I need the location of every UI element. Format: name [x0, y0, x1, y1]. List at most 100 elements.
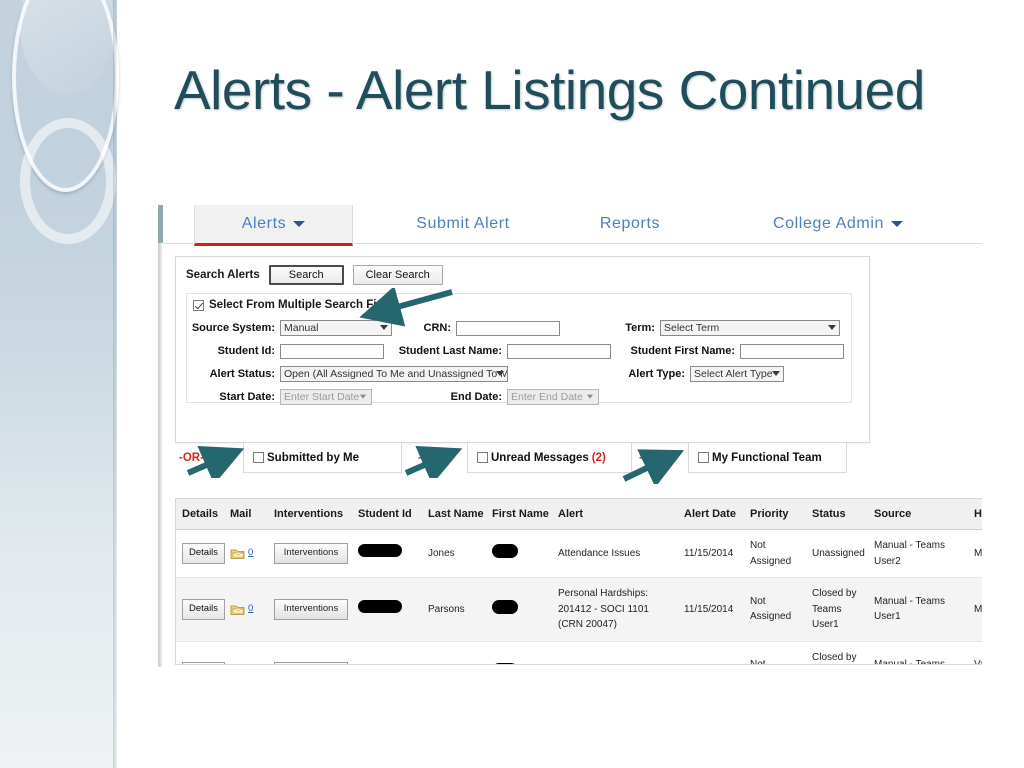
details-button[interactable]: Details — [182, 662, 226, 664]
col-interventions[interactable]: Interventions — [268, 499, 352, 530]
col-first-name[interactable]: First Name — [486, 499, 552, 530]
col-source[interactable]: Source — [868, 499, 968, 530]
alert-type-label: Alert Type: — [628, 368, 685, 380]
cell-first-name — [486, 641, 552, 664]
alert-type-value: Select Alert Type — [694, 368, 773, 380]
search-fields-container: Select From Multiple Search Fields Sourc… — [186, 293, 852, 406]
term-select[interactable]: Select Term — [660, 320, 840, 336]
cell-home-campus: Main Campus — [968, 529, 982, 578]
end-date-input[interactable]: Enter End Date — [507, 389, 599, 405]
tab-reports[interactable]: Reports — [575, 205, 685, 243]
calendar-dropdown-icon — [587, 394, 593, 399]
col-alert-date[interactable]: Alert Date — [678, 499, 744, 530]
details-button[interactable]: Details — [182, 543, 226, 564]
cell-alert-date: 11/15/2014 — [678, 577, 744, 642]
cell-interventions: Interventions — [268, 529, 352, 578]
redacted-first-name — [492, 543, 518, 558]
interventions-button[interactable]: Interventions — [274, 543, 348, 564]
my-functional-team-label: My Functional Team — [712, 451, 822, 464]
source-system-select[interactable]: Manual — [280, 320, 392, 336]
col-alert[interactable]: Alert — [552, 499, 678, 530]
cell-mail: 0 — [224, 529, 268, 578]
student-last-name-input[interactable] — [507, 343, 611, 359]
tab-reports-label: Reports — [599, 215, 661, 232]
unread-messages-checkbox[interactable] — [477, 452, 488, 463]
chevron-down-icon — [772, 371, 780, 376]
alert-status-select[interactable]: Open (All Assigned To Me and Unassigned … — [280, 366, 508, 382]
cell-last-name: Smith — [422, 641, 486, 664]
cell-details: Details — [176, 577, 226, 642]
tab-college-admin[interactable]: College Admin — [733, 205, 943, 243]
screenshot-left-border — [158, 243, 162, 667]
term-field-group: Term: Select Term — [615, 319, 840, 337]
start-date-input[interactable]: Enter Start Date — [280, 389, 372, 405]
cell-details: Details — [176, 529, 226, 578]
crn-input[interactable] — [456, 320, 560, 336]
cell-status: Closed by Teams User1 — [806, 641, 868, 664]
redacted-first-name — [492, 663, 518, 664]
alerts-table: Details Mail Interventions Student Id La… — [176, 499, 982, 664]
cell-status: Unassigned — [806, 529, 868, 578]
my-functional-team-option[interactable]: My Functional Team — [688, 442, 847, 473]
main-navigation: Alerts Submit Alert Reports College Admi… — [163, 205, 982, 246]
cell-priority: Not Assigned — [744, 641, 806, 664]
tab-college-admin-label: College Admin — [773, 215, 884, 232]
end-date-label: End Date: — [450, 391, 502, 403]
cell-alert: Personal Hardships: 201412 - SOCI 1101 (… — [552, 577, 678, 642]
cell-source: Manual - Teams User1 — [868, 577, 968, 642]
col-priority[interactable]: Priority — [744, 499, 806, 530]
crn-field-group: CRN: — [415, 319, 560, 337]
page-title: Alerts - Alert Listings Continued — [174, 59, 925, 121]
cell-last-name: Jones — [422, 529, 486, 578]
clear-search-button[interactable]: Clear Search — [352, 265, 443, 285]
calendar-dropdown-icon — [360, 394, 366, 399]
multi-search-fields-row[interactable]: Select From Multiple Search Fields — [189, 296, 403, 314]
cell-home-campus: Main Campus — [968, 577, 982, 642]
unread-messages-count: (2) — [591, 451, 606, 464]
tab-alerts[interactable]: Alerts — [194, 205, 353, 246]
unread-messages-option[interactable]: Unread Messages (2) — [467, 442, 632, 473]
details-button[interactable]: Details — [182, 598, 226, 620]
crn-label: CRN: — [423, 322, 452, 334]
table-row: Details 2 — [176, 641, 982, 664]
student-id-input[interactable] — [280, 343, 384, 359]
col-last-name[interactable]: Last Name — [422, 499, 486, 530]
interventions-button[interactable]: Interventions — [274, 598, 348, 620]
student-id-label: Student Id: — [217, 345, 275, 357]
student-last-name-label: Student Last Name: — [398, 345, 502, 357]
submitted-by-me-option[interactable]: Submitted by Me — [243, 442, 402, 473]
col-student-id[interactable]: Student Id — [352, 499, 422, 530]
alert-type-select[interactable]: Select Alert Type — [690, 366, 784, 382]
chevron-down-icon — [293, 221, 306, 227]
mail-count-link[interactable]: 0 — [248, 546, 253, 561]
decorative-ring-small-icon — [20, 118, 116, 244]
tab-submit-alert[interactable]: Submit Alert — [378, 205, 548, 243]
submitted-by-me-checkbox[interactable] — [253, 452, 264, 463]
interventions-button[interactable]: Interventions — [274, 662, 348, 664]
cell-interventions: Interventions — [268, 641, 352, 664]
mail-count-link[interactable]: 0 — [248, 602, 253, 617]
col-mail[interactable]: Mail — [224, 499, 268, 530]
cell-interventions: Interventions — [268, 577, 352, 642]
table-row: Details 0 — [176, 577, 982, 642]
cell-student-id — [352, 577, 422, 642]
panel-edge-shadow — [113, 0, 117, 768]
start-date-field-group: Start Date: Enter Start Date — [187, 388, 372, 406]
cell-details: Details — [176, 641, 226, 664]
cell-source: Manual - Teams User2 — [868, 529, 968, 578]
multi-search-fields-checkbox[interactable] — [193, 299, 204, 311]
tab-submit-alert-label: Submit Alert — [416, 215, 510, 232]
alert-status-value: Open (All Assigned To Me and Unassigned … — [284, 368, 507, 380]
decorative-left-panel — [0, 0, 119, 768]
chevron-down-icon — [380, 325, 388, 330]
col-home-campus[interactable]: Home Campus — [968, 499, 982, 530]
student-first-name-input[interactable] — [740, 343, 844, 359]
col-details[interactable]: Details — [176, 499, 224, 530]
col-status[interactable]: Status — [806, 499, 868, 530]
term-value: Select Term — [664, 322, 720, 334]
search-button[interactable]: Search — [268, 265, 344, 285]
end-date-placeholder: Enter End Date — [511, 391, 583, 403]
end-date-field-group: End Date: Enter End Date — [387, 388, 599, 406]
my-functional-team-checkbox[interactable] — [698, 452, 709, 463]
student-first-name-label: Student First Name: — [630, 345, 735, 357]
